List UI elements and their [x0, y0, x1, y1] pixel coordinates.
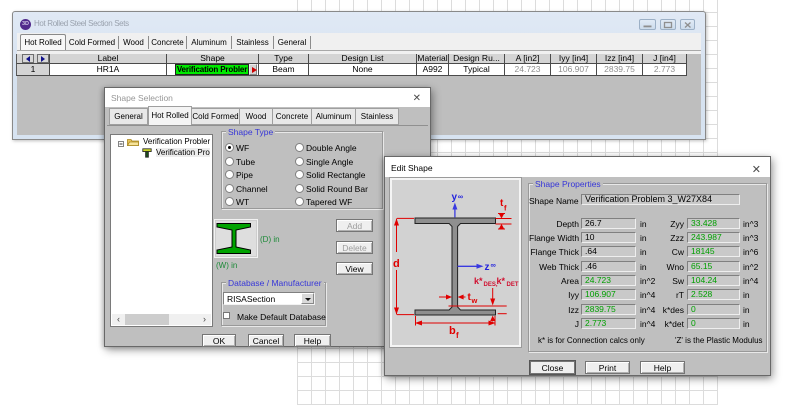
- svg-text:k*: k*: [474, 276, 483, 286]
- svg-text:∞: ∞: [491, 261, 496, 270]
- svg-text:z: z: [485, 262, 490, 273]
- svg-text:b: b: [449, 325, 456, 337]
- svg-text:f: f: [504, 204, 507, 213]
- svg-text:∞: ∞: [458, 192, 463, 201]
- svg-text:k*: k*: [497, 276, 506, 286]
- svg-text:y: y: [452, 192, 458, 203]
- svg-text:d: d: [393, 258, 400, 270]
- svg-text:f: f: [456, 331, 459, 340]
- svg-text:w: w: [471, 296, 478, 305]
- svg-text:DET: DET: [507, 282, 519, 288]
